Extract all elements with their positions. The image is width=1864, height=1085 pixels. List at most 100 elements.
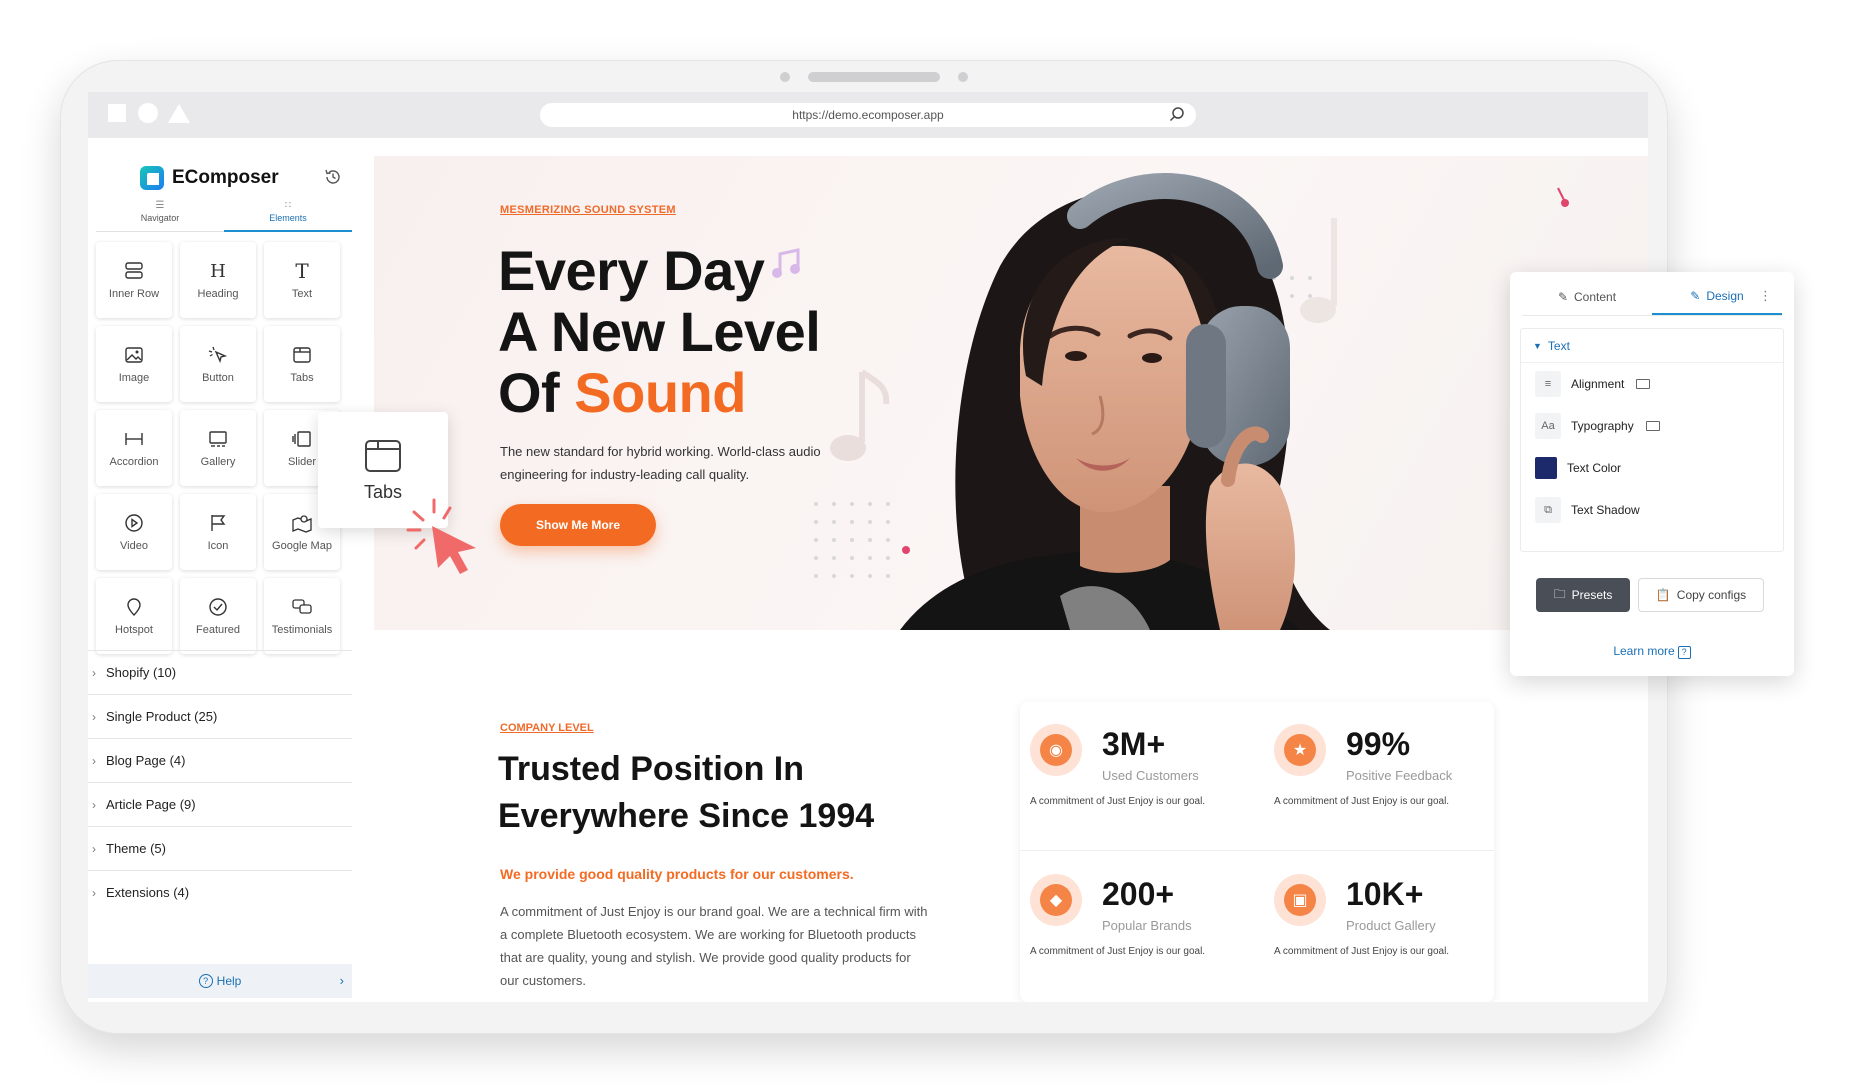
- category-list: › Shopify (10) › Single Product (25) › Blog…: [88, 650, 352, 914]
- panel-actions: 🗀 Presets 📋 Copy configs: [1536, 578, 1764, 612]
- element-testimonials[interactable]: Testimonials: [264, 578, 340, 654]
- stat-item[interactable]: ◆ 200+ Popular Brands A commitment of Ju…: [1020, 852, 1250, 982]
- hero-section[interactable]: MESMERIZING SOUND SYSTEM Every Day A New…: [374, 156, 1648, 630]
- hero-tag[interactable]: MESMERIZING SOUND SYSTEM: [500, 204, 676, 216]
- grid-icon: ∷: [284, 200, 292, 211]
- star-icon: ★: [1284, 734, 1316, 766]
- stat-note: A commitment of Just Enjoy is our goal.: [1274, 796, 1450, 807]
- category-label: Article Page (9): [106, 797, 196, 812]
- typography-setting[interactable]: Aa Typography: [1521, 405, 1783, 447]
- learn-more-link[interactable]: Learn more?: [1510, 644, 1794, 659]
- desktop-icon[interactable]: [1636, 379, 1651, 389]
- search-icon[interactable]: [1168, 106, 1186, 124]
- text-icon: T: [295, 260, 309, 282]
- help-button[interactable]: ? Help ›: [88, 964, 352, 998]
- featured-icon: [209, 598, 227, 616]
- stat-item[interactable]: ★ 99% Positive Feedback A commitment of …: [1264, 702, 1494, 832]
- hero-description[interactable]: The new standard for hybrid working. Wor…: [500, 440, 870, 486]
- caret-down-icon: ▼: [1533, 340, 1542, 351]
- presets-button[interactable]: 🗀 Presets: [1536, 578, 1630, 612]
- stats-card[interactable]: ◉ 3M+ Used Customers A commitment of Jus…: [1020, 702, 1494, 1002]
- stat-value: 200+: [1102, 876, 1175, 912]
- element-label: Video: [120, 540, 148, 552]
- stat-item[interactable]: ◉ 3M+ Used Customers A commitment of Jus…: [1020, 702, 1250, 832]
- element-label: Button: [202, 372, 234, 384]
- svg-text:H: H: [210, 261, 226, 282]
- stat-note: A commitment of Just Enjoy is our goal.: [1030, 946, 1206, 957]
- screen: https://demo.ecomposer.app EComposer ☰ N…: [88, 92, 1648, 1002]
- element-inner-row[interactable]: Inner Row: [96, 242, 172, 318]
- page-canvas: MESMERIZING SOUND SYSTEM Every Day A New…: [374, 156, 1648, 1002]
- category-label: Extensions (4): [106, 885, 190, 900]
- tab-elements[interactable]: ∷ Elements: [224, 196, 352, 232]
- flag-icon: [211, 515, 226, 531]
- tab-content-label: Content: [1574, 289, 1617, 304]
- svg-text:T: T: [295, 260, 309, 282]
- category-blog-page[interactable]: › Blog Page (4): [88, 738, 352, 782]
- tab-design-label: Design: [1706, 288, 1744, 303]
- tab-navigator[interactable]: ☰ Navigator: [96, 196, 224, 232]
- typography-icon: Aa: [1535, 413, 1561, 439]
- element-heading[interactable]: H Heading: [180, 242, 256, 318]
- stat-note: A commitment of Just Enjoy is our goal.: [1274, 946, 1450, 957]
- section-header[interactable]: ▼ Text: [1521, 329, 1783, 363]
- element-video[interactable]: Video: [96, 494, 172, 570]
- history-icon[interactable]: [324, 168, 342, 186]
- gift-icon: ▣: [1284, 884, 1316, 916]
- url-bar[interactable]: https://demo.ecomposer.app: [540, 103, 1196, 127]
- stat-icon-wrap: ◆: [1030, 874, 1082, 926]
- element-icon[interactable]: Icon: [180, 494, 256, 570]
- hero-title[interactable]: Every Day A New Level Of Sound: [498, 240, 821, 423]
- element-label: Inner Row: [108, 288, 160, 300]
- element-hotspot[interactable]: Hotspot: [96, 578, 172, 654]
- stat-value: 99%: [1346, 726, 1411, 762]
- stat-label: Popular Brands: [1102, 918, 1192, 933]
- sensor-dot: [958, 72, 968, 82]
- company-title[interactable]: Trusted Position In Everywhere Since 199…: [498, 746, 918, 840]
- design-panel: ✎ Content ✎ Design ⋮ ▼ Text ≡ Alignment …: [1510, 272, 1794, 676]
- category-label: Shopify (10): [106, 665, 177, 680]
- stat-label: Product Gallery: [1346, 918, 1436, 933]
- category-article-page[interactable]: › Article Page (9): [88, 782, 352, 826]
- category-extensions[interactable]: › Extensions (4): [88, 870, 352, 914]
- setting-label: Alignment: [1571, 377, 1625, 391]
- element-text[interactable]: T Text: [264, 242, 340, 318]
- tab-content[interactable]: ✎ Content: [1522, 278, 1652, 315]
- text-shadow-setting[interactable]: ⧉ Text Shadow: [1521, 489, 1783, 531]
- stat-item[interactable]: ▣ 10K+ Product Gallery A commitment of J…: [1264, 852, 1494, 982]
- music-note-icon: [1557, 187, 1569, 207]
- presets-label: Presets: [1571, 588, 1613, 602]
- category-single-product[interactable]: › Single Product (25): [88, 694, 352, 738]
- element-label: Icon: [207, 540, 229, 552]
- camera-dot: [780, 72, 790, 82]
- color-swatch[interactable]: [1535, 457, 1557, 479]
- circle-shape-icon: [138, 103, 158, 123]
- triangle-shape-icon: [168, 104, 190, 123]
- diamond-icon: ◆: [1040, 884, 1072, 916]
- hero-model-image[interactable]: [830, 156, 1370, 630]
- text-color-setting[interactable]: Text Color: [1521, 447, 1783, 489]
- alignment-setting[interactable]: ≡ Alignment: [1521, 363, 1783, 405]
- element-button[interactable]: Button: [180, 326, 256, 402]
- accordion-icon: [125, 433, 143, 445]
- desktop-icon[interactable]: [1645, 421, 1660, 431]
- map-icon: [292, 515, 312, 533]
- element-image[interactable]: Image: [96, 326, 172, 402]
- category-theme[interactable]: › Theme (5): [88, 826, 352, 870]
- element-featured[interactable]: Featured: [180, 578, 256, 654]
- tabs-icon: [365, 439, 401, 472]
- divider: [1020, 850, 1494, 851]
- tab-elements-label: Elements: [269, 213, 307, 223]
- company-tag[interactable]: COMPANY LEVEL: [500, 722, 594, 734]
- company-subtitle[interactable]: We provide good quality products for our…: [500, 866, 854, 882]
- element-accordion[interactable]: Accordion: [96, 410, 172, 486]
- category-label: Single Product (25): [106, 709, 218, 724]
- stat-label: Positive Feedback: [1346, 768, 1453, 783]
- more-options-icon[interactable]: ⋮: [1759, 288, 1772, 304]
- element-tabs[interactable]: Tabs: [264, 326, 340, 402]
- show-me-more-button[interactable]: Show Me More: [500, 504, 656, 546]
- element-gallery[interactable]: Gallery: [180, 410, 256, 486]
- copy-configs-button[interactable]: 📋 Copy configs: [1638, 578, 1764, 612]
- category-shopify[interactable]: › Shopify (10): [88, 650, 352, 694]
- company-description[interactable]: A commitment of Just Enjoy is our brand …: [500, 900, 930, 992]
